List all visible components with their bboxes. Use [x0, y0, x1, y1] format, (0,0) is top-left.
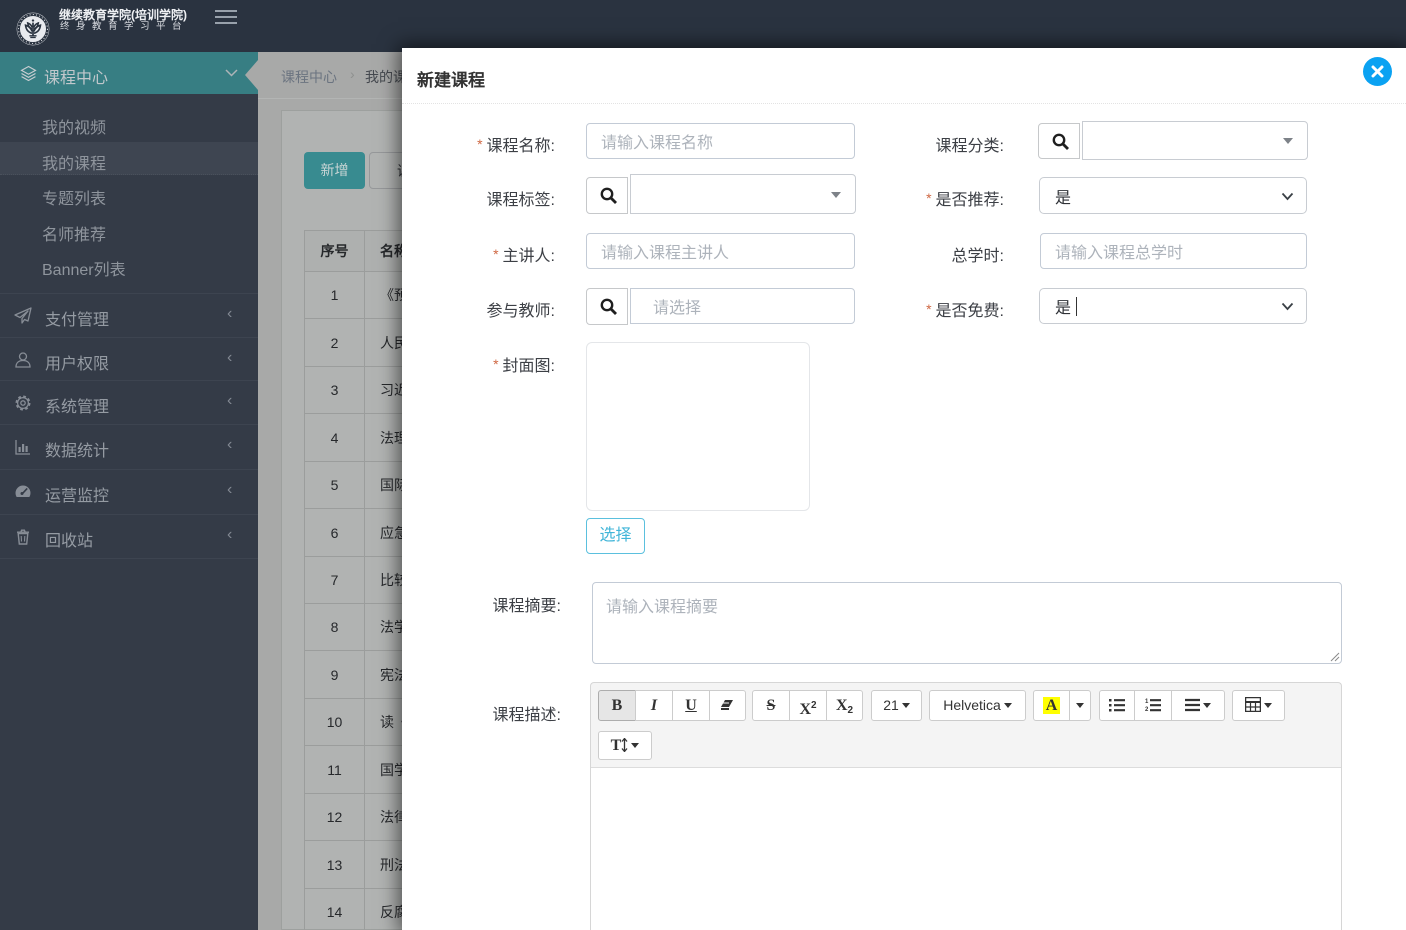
svg-text:2: 2	[1145, 707, 1149, 712]
svg-text:1: 1	[1145, 699, 1149, 705]
